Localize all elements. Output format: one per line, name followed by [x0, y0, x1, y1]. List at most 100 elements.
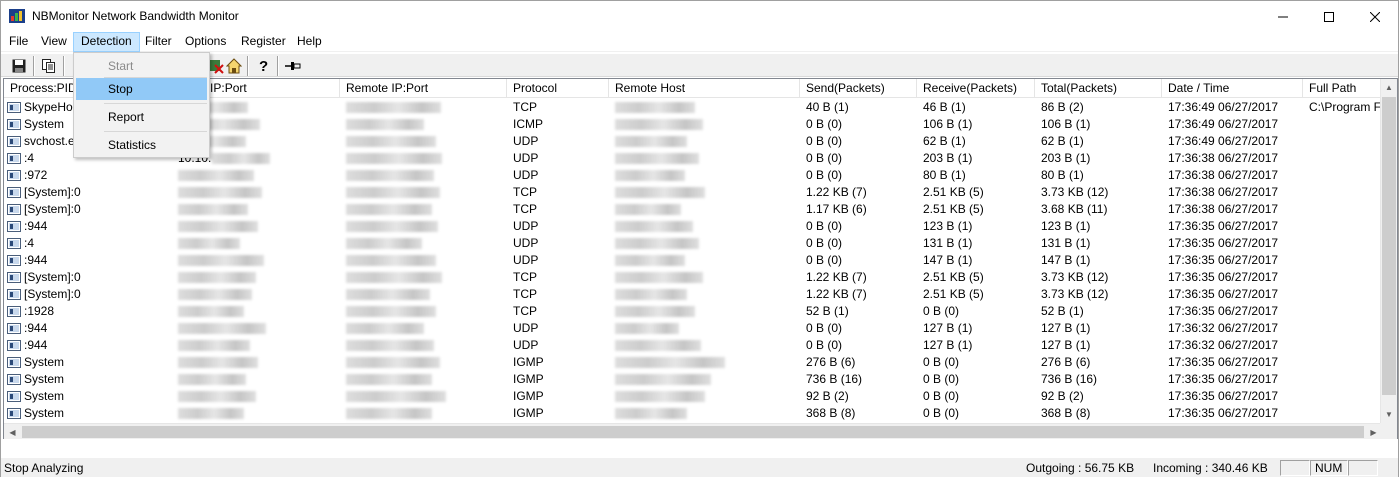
maximize-button[interactable]: [1306, 1, 1352, 32]
table-row[interactable]: SkypeHost.exe TCP 40 B (1) 46 B (1) 86 B (2)…: [4, 99, 1384, 116]
cell-receive: 0 B (0): [923, 372, 960, 386]
menu-item-statistics[interactable]: Statistics: [76, 134, 207, 156]
vertical-scroll-thumb[interactable]: [1382, 97, 1396, 395]
help-icon: ?: [259, 58, 268, 74]
vertical-scrollbar[interactable]: ▲ ▼: [1380, 79, 1397, 423]
menu-help[interactable]: Help: [290, 32, 329, 52]
cell-protocol: TCP: [513, 287, 537, 301]
menu-view[interactable]: View: [34, 32, 74, 52]
cell-send: 0 B (0): [806, 117, 843, 131]
num-lock-indicator: NUM: [1310, 460, 1348, 476]
column-header-total[interactable]: Total(Packets): [1035, 79, 1162, 98]
cell-protocol: TCP: [513, 270, 537, 284]
table-row[interactable]: System ICMP 0 B (0) 106 B (1) 106 B (1) 17:36…: [4, 116, 1384, 133]
table-row[interactable]: [System]:0 TCP 1.22 KB (7) 2.51 KB (5) 3.73 …: [4, 184, 1384, 201]
close-button[interactable]: [1352, 1, 1398, 32]
table-row[interactable]: [System]:0 TCP 1.22 KB (7) 2.51 KB (5) 3.73 …: [4, 286, 1384, 303]
remote-ip-redacted: [346, 408, 432, 419]
scroll-up-icon[interactable]: ▲: [1381, 79, 1397, 96]
cell-total: 3.73 KB (12): [1041, 185, 1109, 199]
cell-datetime: 17:36:49 06/27/2017: [1168, 100, 1279, 114]
table-row[interactable]: System IGMP 92 B (2) 0 B (0) 92 B (2) 17:36:3…: [4, 388, 1384, 405]
table-row[interactable]: :944 UDP 0 B (0) 123 B (1) 123 B (1) 17:36:35…: [4, 218, 1384, 235]
menu-filter[interactable]: Filter: [138, 32, 179, 52]
table-row[interactable]: :972 UDP 0 B (0) 80 B (1) 80 B (1) 17:36:38 0…: [4, 167, 1384, 184]
cell-process: :944: [24, 321, 48, 335]
table-row[interactable]: :4 UDP 0 B (0) 131 B (1) 131 B (1) 17:36:35 0…: [4, 235, 1384, 252]
scroll-down-icon[interactable]: ▼: [1381, 406, 1397, 423]
column-header-datetime[interactable]: Date / Time: [1162, 79, 1303, 98]
scroll-corner: [1380, 423, 1397, 439]
menu-item-stop[interactable]: Stop: [76, 78, 207, 100]
cell-total: 3.73 KB (12): [1041, 287, 1109, 301]
cell-receive: 0 B (0): [923, 406, 960, 420]
cell-protocol: TCP: [513, 202, 537, 216]
column-header-protocol[interactable]: Protocol: [507, 79, 609, 98]
connections-list[interactable]: Process:PID Local IP:Port Remote IP:Port…: [3, 78, 1398, 439]
cell-total: 276 B (6): [1041, 355, 1091, 369]
cell-datetime: 17:36:38 06/27/2017: [1168, 185, 1279, 199]
table-row[interactable]: System IGMP 276 B (6) 0 B (0) 276 B (6) 17:36…: [4, 354, 1384, 371]
minimize-button[interactable]: [1260, 1, 1306, 32]
menu-item-report[interactable]: Report: [76, 106, 207, 128]
menu-file[interactable]: File: [2, 32, 35, 52]
save-button[interactable]: [9, 56, 29, 76]
table-row[interactable]: :944 UDP 0 B (0) 147 B (1) 147 B (1) 17:36:35…: [4, 252, 1384, 269]
table-row[interactable]: :1928 TCP 52 B (1) 0 B (0) 52 B (1) 17:36:35 …: [4, 303, 1384, 320]
cell-datetime: 17:36:49 06/27/2017: [1168, 134, 1279, 148]
copy-button[interactable]: [39, 56, 59, 76]
horizontal-scrollbar[interactable]: ◀ ▶: [4, 423, 1382, 439]
table-row[interactable]: :4 10.10. UDP 0 B (0) 203 B (1) 203 B (1) 17:3…: [4, 150, 1384, 167]
local-ip-redacted: [178, 323, 266, 334]
horizontal-scroll-thumb[interactable]: [22, 426, 1364, 438]
table-row[interactable]: :944 UDP 0 B (0) 127 B (1) 127 B (1) 17:36:32…: [4, 320, 1384, 337]
home-button[interactable]: [224, 56, 244, 76]
cell-full-path: [1303, 286, 1383, 303]
table-row[interactable]: :944 UDP 0 B (0) 127 B (1) 127 B (1) 17:36:32…: [4, 337, 1384, 354]
remote-host-redacted: [615, 238, 699, 249]
pin-button[interactable]: [283, 56, 303, 76]
cell-full-path: [1303, 116, 1383, 133]
cell-total: 52 B (1): [1041, 304, 1084, 318]
remote-ip-redacted: [346, 221, 438, 232]
cell-process: :972: [24, 168, 48, 182]
title-bar[interactable]: NBMonitor Network Bandwidth Monitor: [1, 1, 1398, 32]
table-row[interactable]: System IGMP 736 B (16) 0 B (0) 736 B (16) 17:…: [4, 371, 1384, 388]
table-row[interactable]: [System]:0 TCP 1.17 KB (6) 2.51 KB (5) 3.68 …: [4, 201, 1384, 218]
pin-icon: [285, 62, 301, 70]
cell-total: 127 B (1): [1041, 321, 1091, 335]
remote-host-redacted: [615, 119, 703, 130]
column-header-remote-ip[interactable]: Remote IP:Port: [340, 79, 507, 98]
cell-process: [System]:0: [24, 185, 81, 199]
menu-register[interactable]: Register: [234, 32, 293, 52]
table-row[interactable]: [System]:0 TCP 1.22 KB (7) 2.51 KB (5) 3.73 …: [4, 269, 1384, 286]
cell-total: 736 B (16): [1041, 372, 1098, 386]
cell-send: 0 B (0): [806, 219, 843, 233]
scroll-left-icon[interactable]: ◀: [4, 424, 21, 439]
cell-total: 147 B (1): [1041, 253, 1091, 267]
table-row[interactable]: System IGMP 368 B (8) 0 B (0) 368 B (8) 17:36…: [4, 405, 1384, 422]
column-header-remote-host[interactable]: Remote Host: [609, 79, 800, 98]
cell-datetime: 17:36:35 06/27/2017: [1168, 219, 1279, 233]
remote-host-redacted: [615, 102, 695, 113]
menu-options[interactable]: Options: [178, 32, 233, 52]
help-button[interactable]: ?: [253, 56, 273, 76]
toolbar: ?: [1, 53, 1398, 77]
cell-full-path: [1303, 167, 1383, 184]
menu-detection[interactable]: Detection: [73, 32, 140, 52]
cell-full-path: [1303, 269, 1383, 286]
cell-full-path: [1303, 252, 1383, 269]
cell-full-path: [1303, 184, 1383, 201]
column-header-send[interactable]: Send(Packets): [800, 79, 917, 98]
column-header-receive[interactable]: Receive(Packets): [917, 79, 1035, 98]
cell-receive: 106 B (1): [923, 117, 973, 131]
local-ip-redacted: [178, 408, 244, 419]
close-icon: [1370, 11, 1380, 22]
local-ip-redacted: [178, 357, 258, 368]
cell-protocol: IGMP: [513, 406, 544, 420]
cell-protocol: IGMP: [513, 389, 544, 403]
table-row[interactable]: svchost.exe UDP 0 B (0) 62 B (1) 62 B (1) 17:…: [4, 133, 1384, 150]
cell-datetime: 17:36:35 06/27/2017: [1168, 270, 1279, 284]
remote-host-redacted: [615, 306, 695, 317]
incoming-total: Incoming : 340.46 KB: [1153, 461, 1268, 475]
